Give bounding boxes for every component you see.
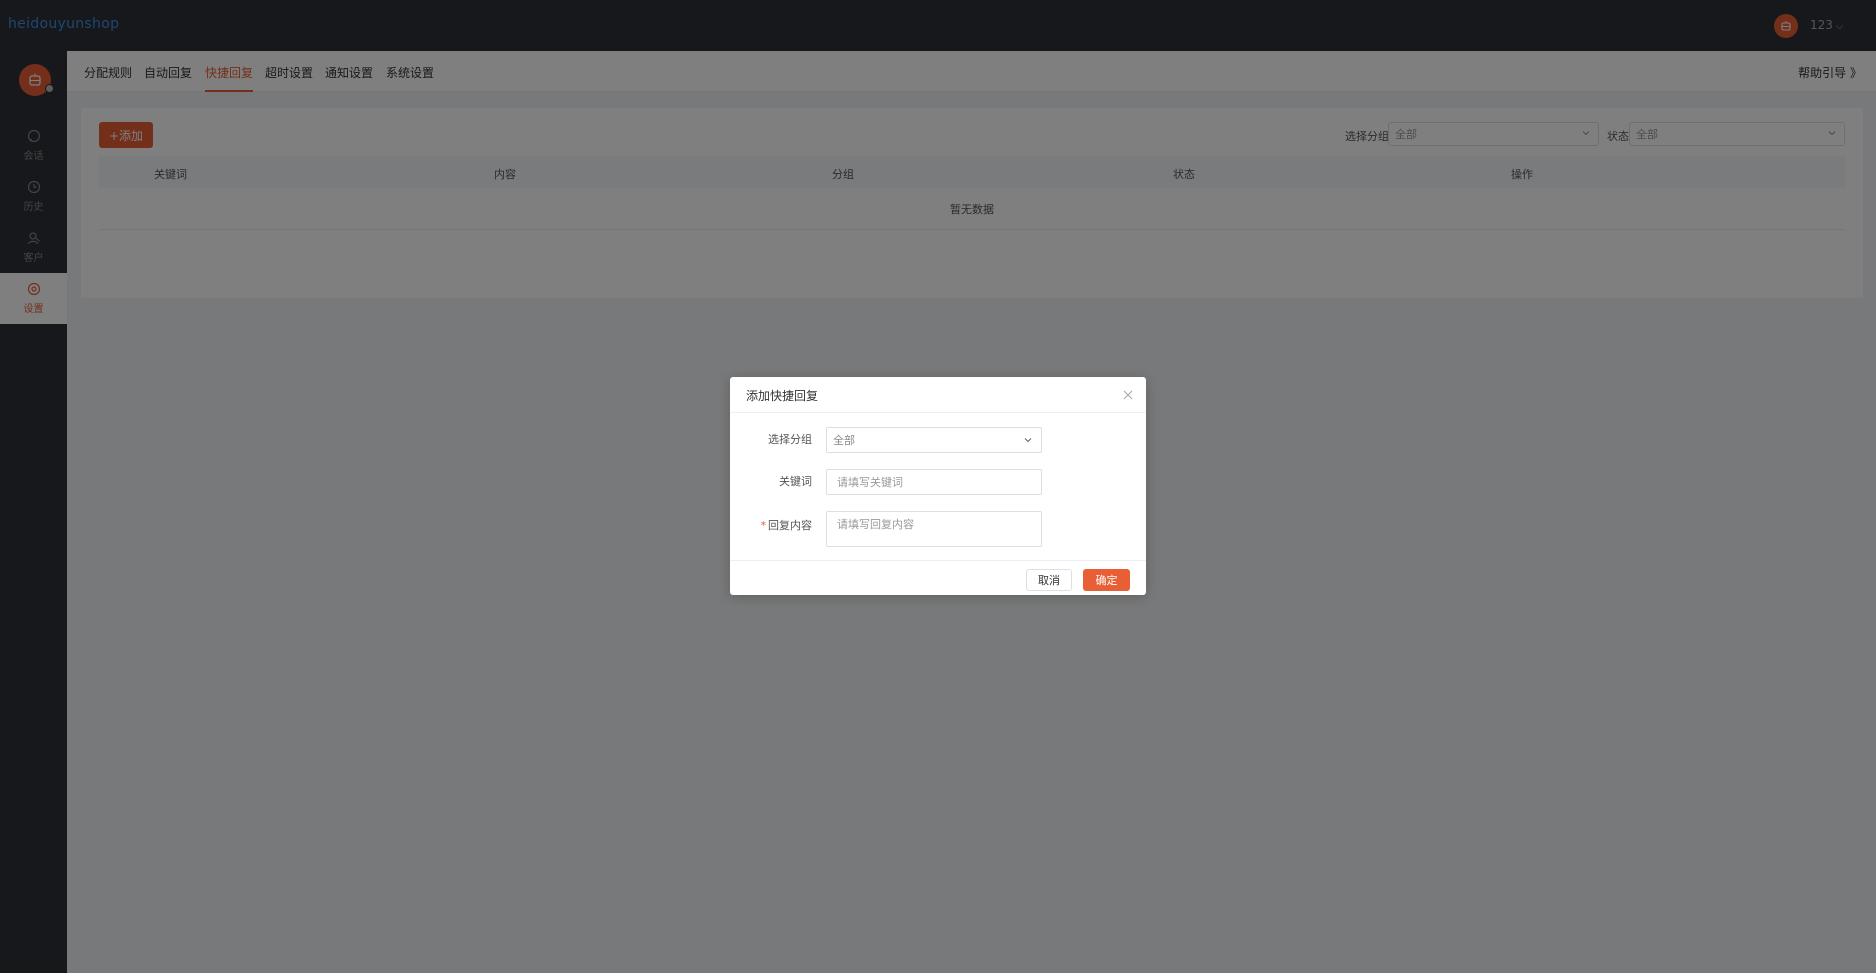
close-icon[interactable] [1122, 389, 1134, 401]
required-mark: * [760, 519, 767, 532]
cancel-button[interactable]: 取消 [1026, 569, 1072, 591]
reply-content-textarea[interactable]: 请填写回复内容 [826, 511, 1042, 547]
content-field-label: * 回复内容 [730, 517, 813, 533]
dialog-header: 添加快捷回复 [730, 377, 1146, 413]
dialog-title: 添加快捷回复 [746, 389, 819, 403]
add-quick-reply-dialog: 添加快捷回复 选择分组 全部 关键词 请填写关键词 * 回复内容 请填写回复内容 … [730, 377, 1146, 595]
confirm-button[interactable]: 确定 [1083, 569, 1130, 591]
dialog-footer: 取消 确定 [730, 560, 1146, 595]
content-label-text: 回复内容 [768, 519, 812, 532]
group-select[interactable]: 全部 [826, 427, 1042, 453]
group-select-value: 全部 [833, 434, 855, 447]
group-field-label: 选择分组 [768, 433, 812, 446]
keyword-input[interactable]: 请填写关键词 [826, 469, 1042, 495]
chevron-down-icon [1024, 438, 1032, 443]
keyword-field-label: 关键词 [779, 475, 812, 488]
